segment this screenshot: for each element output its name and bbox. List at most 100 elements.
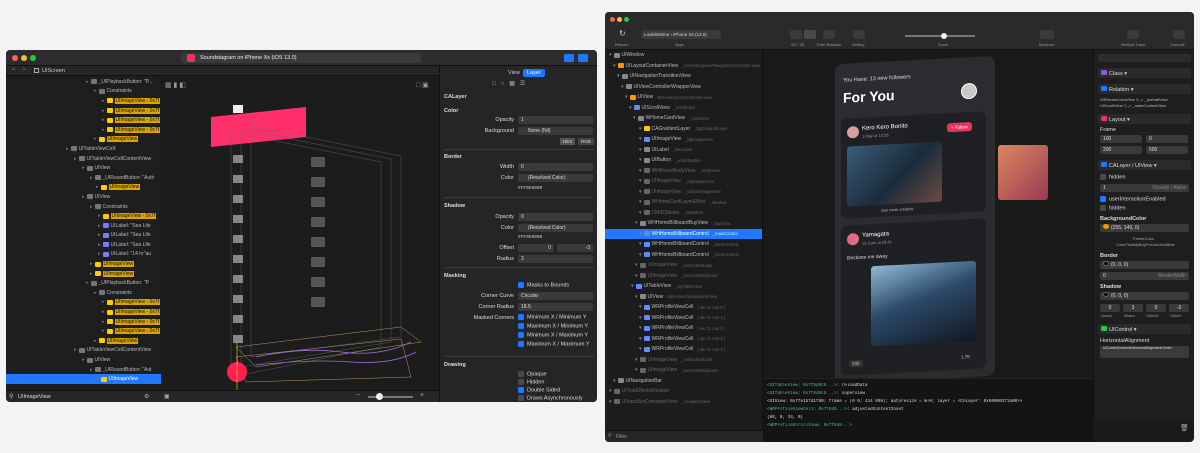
disclosure-icon[interactable]: ▾ [617, 73, 620, 79]
masked-corner-option[interactable]: Minimum X / Maximum Y [518, 332, 596, 341]
disclosure-icon[interactable]: ▸ [102, 98, 105, 104]
frame-x[interactable]: 100 [1100, 135, 1142, 143]
filter-input[interactable]: UIImageView [18, 394, 51, 400]
tree-row[interactable]: ▾ WHHomeBillboardBuyView _buyView [605, 218, 762, 229]
tree-row[interactable]: ▸ UIImageView - 0x7f [6, 106, 161, 116]
disclosure-icon[interactable]: ▾ [639, 210, 642, 216]
tree-row[interactable]: ▾ WRProfileViewCell{ sec:0, row:3 } [605, 334, 762, 345]
shadow-opacity-field[interactable]: 0 [1100, 304, 1120, 312]
shadow-opacity-field[interactable]: 0 [518, 213, 593, 221]
zoom-plus-icon[interactable]: + [420, 392, 424, 399]
tree-row[interactable]: ▸ UIImageView - 0x7f [6, 317, 161, 327]
tree-row[interactable]: ▸ UILabel: "Sea Life [6, 221, 161, 231]
disclosure-icon[interactable]: ▸ [98, 213, 101, 219]
disclosure-icon[interactable]: ▸ [102, 117, 105, 123]
tree-row[interactable]: ▾ UILabel _titleLabel [605, 145, 762, 156]
tree-row[interactable]: ▸ UITableViewCellContentView [6, 154, 161, 164]
disclosure-icon[interactable]: ▾ [639, 325, 642, 331]
checkbox-icon[interactable] [1100, 196, 1106, 202]
corner-curve-select[interactable]: Circular [518, 292, 593, 300]
tree-row[interactable]: ▾ UIButton _actionButton [605, 155, 762, 166]
disclosure-icon[interactable]: ▸ [102, 108, 105, 114]
disclosure-icon[interactable]: ▸ [90, 261, 93, 267]
zoom-slider[interactable] [905, 32, 975, 39]
user-interaction-checkbox[interactable]: userInteractionEnabled [1100, 196, 1166, 202]
disclosure-icon[interactable]: ▾ [613, 378, 616, 384]
tree-row[interactable]: ▾ UIImageView _bgImageView [605, 134, 762, 145]
tree-row[interactable]: ▸ UILabel: "14 hr"au [6, 250, 161, 260]
tree-row[interactable]: ▸ UIImageView [6, 269, 161, 279]
disclosure-icon[interactable]: ▸ [98, 232, 101, 238]
shadow-radius-field[interactable]: 3 [518, 255, 593, 263]
disclosure-icon[interactable]: ▸ [90, 204, 93, 210]
tree-row[interactable]: ▸ _UIPlaybackButton: "P [6, 278, 161, 288]
tree-row[interactable]: ▾ UITextEffectsWindow [605, 386, 762, 397]
drawing-option[interactable]: Double Sided [518, 387, 596, 395]
tree-row[interactable]: ▾ WHHomeBillboardControl _itemControl1 [605, 239, 762, 250]
tree-row[interactable]: ▸ UIImageView - 0x7f [6, 115, 161, 125]
checkbox-icon[interactable] [518, 371, 524, 377]
tree-row[interactable]: ▸ UIImageView - 0x7f [6, 298, 161, 308]
tree-row[interactable]: ▸ UITableViewCellContentView [6, 346, 161, 356]
tree-row[interactable]: ▸ Constraints [6, 288, 161, 298]
disclosure-icon[interactable]: ▸ [102, 328, 105, 334]
corner-radius-field[interactable]: 18.5 [518, 303, 593, 311]
disclosure-icon[interactable]: ▸ [94, 88, 97, 94]
zoom-knob[interactable] [941, 32, 947, 39]
disclosure-icon[interactable]: ▸ [66, 146, 69, 152]
zoom-minus-icon[interactable]: − [356, 392, 360, 399]
disclosure-icon[interactable]: ▾ [639, 189, 642, 195]
disclosure-icon[interactable]: ▾ [635, 357, 638, 363]
uicontrol-section[interactable]: UIControl ▾ [1098, 324, 1191, 334]
forward-arrow-icon[interactable]: > [22, 67, 26, 73]
disclosure-icon[interactable]: ▾ [609, 52, 612, 58]
frame-w[interactable]: 200 [1100, 146, 1142, 154]
tree-row[interactable]: ▾ UIImageView _topImageView [605, 176, 762, 187]
tree-row[interactable]: ▾ UIImageView _horizontalIndicator [605, 365, 762, 376]
disclosure-icon[interactable]: ▸ [94, 136, 97, 142]
minimize-dot-icon[interactable] [21, 55, 27, 61]
checkbox-icon[interactable] [518, 395, 524, 401]
hex-button[interactable]: HEX [560, 138, 576, 145]
close-dot-icon[interactable] [610, 17, 615, 22]
device-selector[interactable]: LookinDemo › iPhone Xs (13.0) [641, 30, 721, 39]
disclosure-icon[interactable]: ▸ [102, 127, 105, 133]
disclosure-icon[interactable]: ▾ [639, 147, 642, 153]
disclosure-icon[interactable]: ▸ [96, 376, 99, 382]
disclosure-icon[interactable]: ▾ [635, 273, 638, 279]
tree-row[interactable]: ▾ UILayoutContainerView _UIHostingView/Nav… [605, 61, 762, 72]
tree-row[interactable]: ▸ UIView [6, 355, 161, 365]
tree-row[interactable]: ▾ WRProfileViewCell{ sec:0, row:0 } [605, 302, 762, 313]
tree-row[interactable]: ▸ UIImageView [6, 259, 161, 269]
setting-button[interactable] [853, 30, 865, 39]
disclosure-icon[interactable]: ▸ [102, 309, 105, 315]
tree-row[interactable]: ▾ UIView tableView.backgroundView [605, 292, 762, 303]
disclosure-icon[interactable]: ▾ [639, 304, 642, 310]
tree-row[interactable]: ▸ UIImageView - 0x7f [6, 307, 161, 317]
tree-row[interactable]: ▾ WHomeCardView _cardView [605, 113, 762, 124]
tree-row[interactable]: ▸ UIImageView - 0x7f [6, 96, 161, 106]
inspector-icons[interactable]: □○▦☰ [492, 80, 530, 87]
disclosure-icon[interactable]: ▸ [86, 280, 89, 286]
tree-row[interactable]: ▾ UIWindow [605, 50, 762, 61]
offset-x-field[interactable]: 0 [518, 244, 554, 252]
disclosure-icon[interactable]: ▾ [635, 294, 638, 300]
checkbox-icon[interactable] [518, 379, 524, 385]
layout-section[interactable]: Layout ▾ [1098, 114, 1191, 124]
background-field[interactable]: None (Nil) [518, 127, 593, 135]
checkbox-icon[interactable] [518, 314, 524, 320]
disclosure-icon[interactable]: ▸ [82, 357, 85, 363]
checkbox-icon[interactable] [518, 332, 524, 338]
tree-row[interactable]: ▾ WHHomeBillboardControl _mainControl [605, 228, 762, 239]
disclosure-icon[interactable]: ▸ [82, 165, 85, 171]
disclosure-icon[interactable]: ▾ [639, 241, 642, 247]
disclosure-icon[interactable]: ▸ [98, 223, 101, 229]
shadow-offsetw-field[interactable]: 0 [1146, 304, 1166, 312]
frame-h[interactable]: 500 [1146, 146, 1188, 154]
disclosure-icon[interactable]: ▸ [90, 367, 93, 373]
disclosure-icon[interactable]: ▸ [94, 290, 97, 296]
follow-button[interactable]: + Follow [947, 122, 972, 133]
drawing-option[interactable]: Opaque [518, 371, 596, 379]
tree-row[interactable]: ▸ UIImageView - 0x7f [6, 326, 161, 336]
rgb-button[interactable]: RGB [578, 138, 594, 145]
